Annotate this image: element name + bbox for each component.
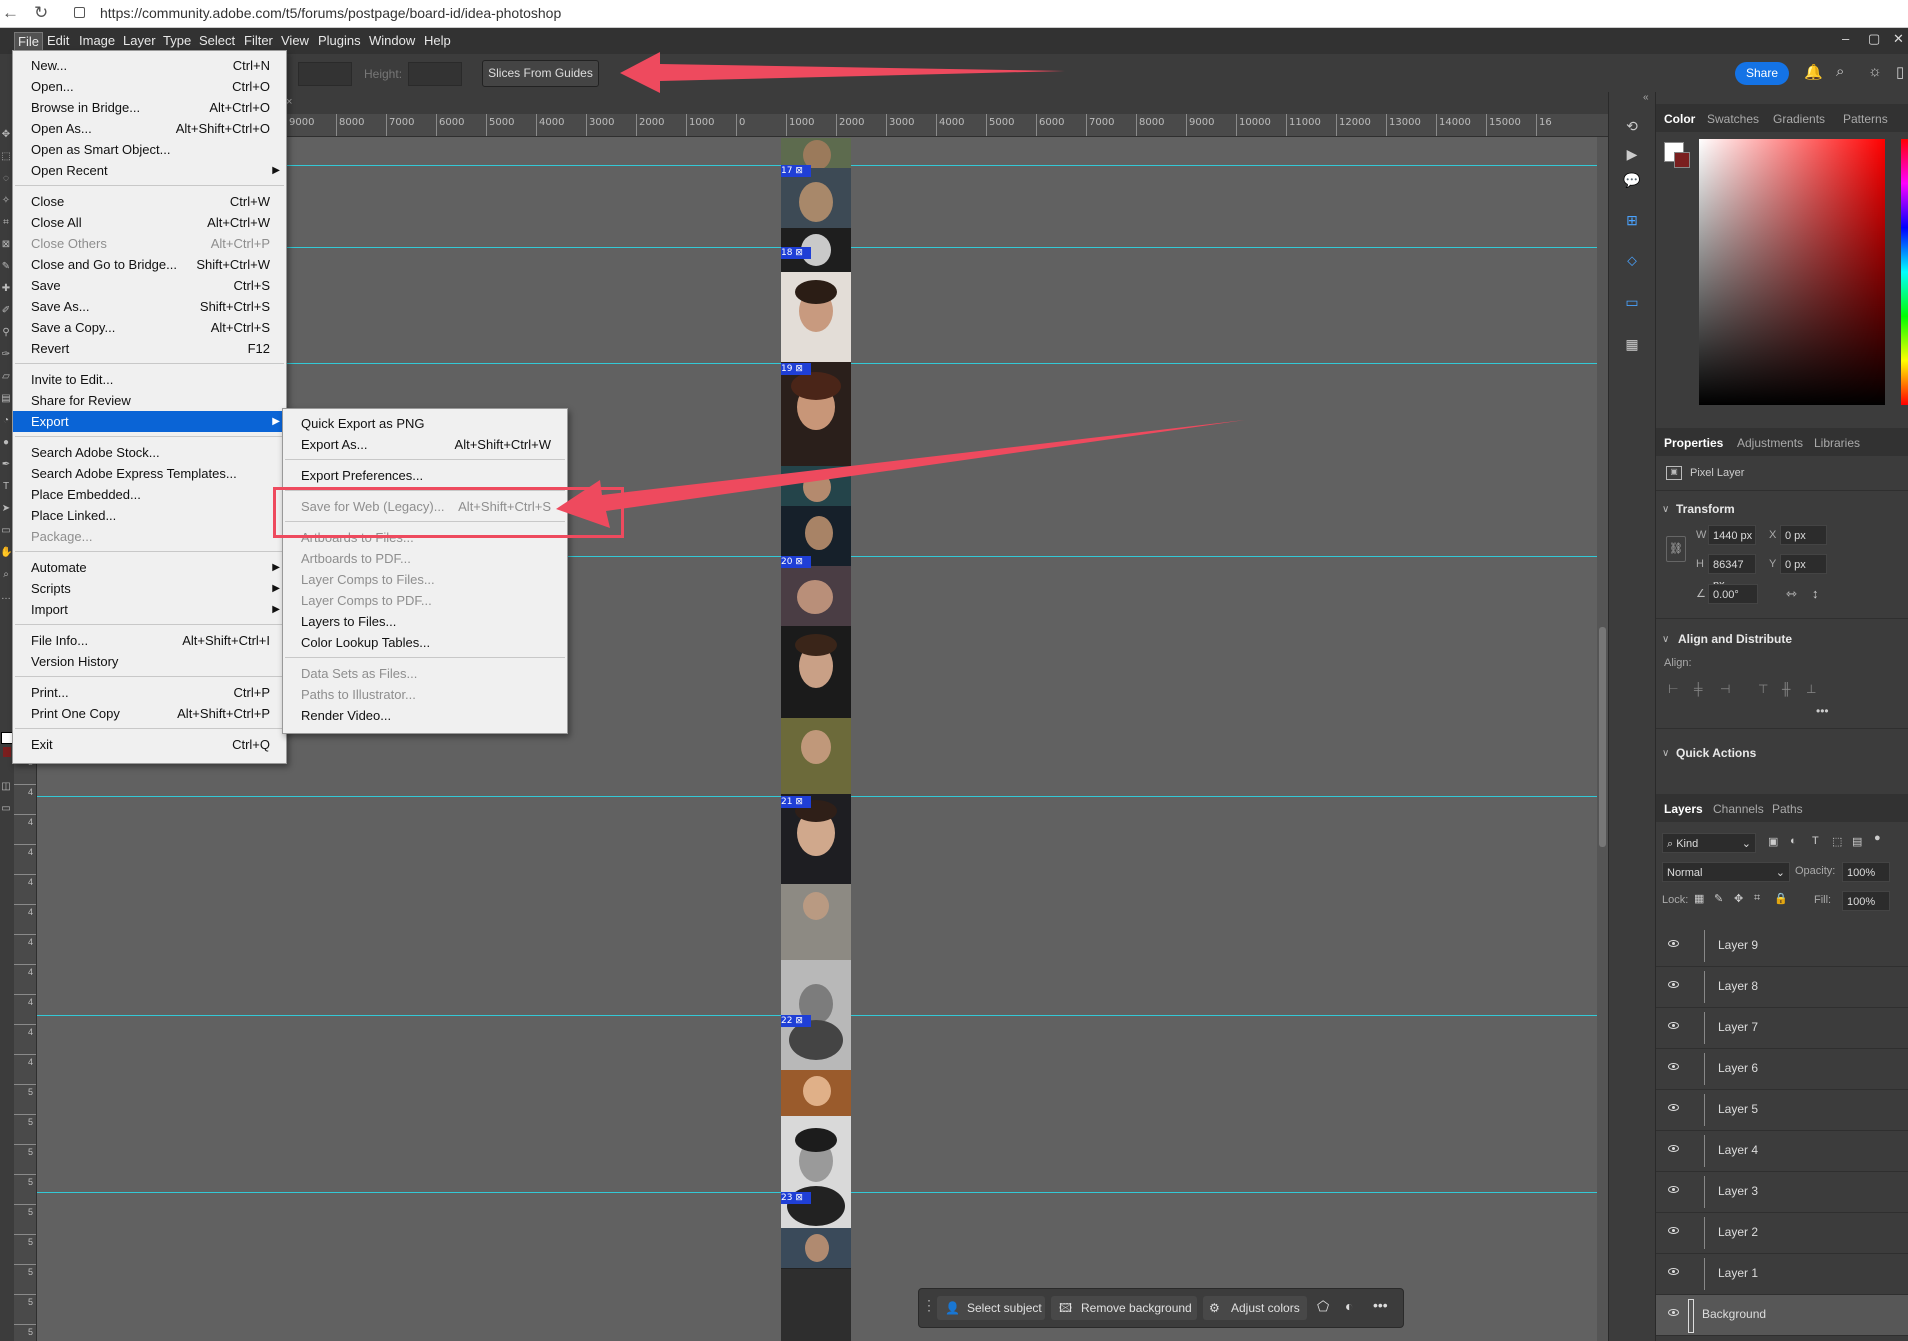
annotation-arrow-top [620, 52, 1065, 93]
annotation-arrow-middle [556, 420, 1245, 528]
annotation-arrows [556, 52, 1245, 528]
